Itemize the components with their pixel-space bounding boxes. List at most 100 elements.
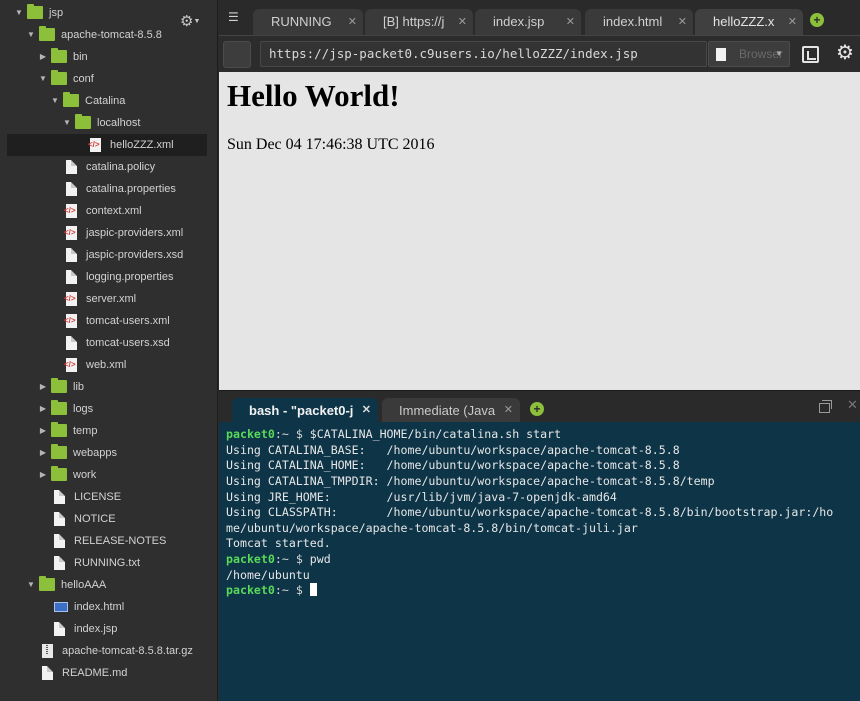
folder-icon (75, 114, 91, 129)
chevron-right-icon[interactable]: ▶ (38, 464, 48, 486)
tree-item-apache-tomcat-8-5-8-tar-gz[interactable]: apache-tomcat-8.5.8.tar.gz (0, 640, 217, 662)
chevron-down-icon[interactable]: ▼ (26, 574, 36, 596)
chevron-right-icon[interactable]: ▶ (38, 376, 48, 398)
tree-item-label: tomcat-users.xsd (86, 337, 170, 349)
tree-item-catalina-policy[interactable]: catalina.policy (0, 156, 217, 178)
file-icon (54, 556, 65, 570)
tree-item-jaspic-providers-xml[interactable]: </> jaspic-providers.xml (0, 222, 217, 244)
preview-heading: Hello World! (227, 78, 400, 113)
tab-index-html[interactable]: index.html ✕ (585, 9, 693, 35)
terminal-line: packet0:~ $ $CATALINA_HOME/bin/catalina.… (226, 427, 860, 443)
tree-item-tomcat-users-xml[interactable]: </> tomcat-users.xml (0, 310, 217, 332)
tree-item-label: RELEASE-NOTES (74, 535, 167, 547)
tab-hellozzz-xml[interactable]: helloZZZ.x ✕ (695, 9, 803, 35)
tree-item-work[interactable]: ▶ work (0, 464, 217, 486)
file-icon (54, 534, 65, 548)
tab-close-icon[interactable]: ✕ (348, 9, 357, 35)
tree-item-label: webapps (73, 447, 118, 459)
tree-item-label: temp (73, 425, 98, 437)
preview-settings-gear-icon[interactable]: ⚙ (836, 42, 854, 64)
tree-item-catalina-properties[interactable]: catalina.properties (0, 178, 217, 200)
tab-menu-icon[interactable]: ☰ (228, 11, 242, 23)
tab-close-icon[interactable]: ✕ (788, 9, 797, 35)
refresh-button[interactable] (223, 41, 251, 68)
tree-item-index-jsp[interactable]: index.jsp (0, 618, 217, 640)
tree-item-running-txt[interactable]: RUNNING.txt (0, 552, 217, 574)
folder-icon (27, 4, 43, 19)
tab-immediate-java[interactable]: Immediate (Java ✕ (382, 398, 520, 423)
chevron-right-icon[interactable]: ▶ (38, 442, 48, 464)
chevron-down-icon[interactable]: ▼ (26, 24, 36, 46)
browser-select[interactable]: Browser ▼ (708, 41, 790, 67)
browser-preview-pane: Hello World! Sun Dec 04 17:46:38 UTC 201… (219, 72, 860, 390)
prompt-path: :~ $ (274, 583, 310, 598)
output-text: Using CATALINA_TMPDIR: /home/ubuntu/work… (226, 473, 715, 488)
pop-out-icon[interactable] (802, 46, 819, 63)
tree-item-lib[interactable]: ▶ lib (0, 376, 217, 398)
tree-item-catalina[interactable]: ▼ Catalina (0, 90, 217, 112)
tab-close-icon[interactable]: ✕ (566, 9, 575, 35)
tree-item-tomcat-users-xsd[interactable]: tomcat-users.xsd (0, 332, 217, 354)
tab-close-icon[interactable]: ✕ (362, 398, 371, 423)
tree-settings-gear-icon[interactable]: ⚙▼ (180, 13, 204, 30)
tree-item-conf[interactable]: ▼ conf (0, 68, 217, 90)
new-tab-plus-icon[interactable]: + (810, 13, 824, 27)
tree-item-helloaaa[interactable]: ▼ helloAAA (0, 574, 217, 596)
restore-panel-icon[interactable] (819, 400, 832, 413)
terminal-tab-strip: bash - "packet0-j ✕ Immediate (Java ✕ + … (219, 390, 860, 423)
tree-item-jaspic-providers-xsd[interactable]: jaspic-providers.xsd (0, 244, 217, 266)
tree-item-label: index.html (74, 601, 125, 613)
tree-item-release-notes[interactable]: RELEASE-NOTES (0, 530, 217, 552)
new-terminal-plus-icon[interactable]: + (530, 402, 544, 416)
file-icon (66, 270, 77, 284)
file-icon (42, 666, 53, 680)
terminal-cursor (309, 583, 317, 597)
terminal-line: /home/ubuntu (226, 568, 860, 584)
terminal-output[interactable]: packet0:~ $ $CATALINA_HOME/bin/catalina.… (219, 422, 860, 701)
tree-item-logging-properties[interactable]: logging.properties (0, 266, 217, 288)
tree-item-bin[interactable]: ▶ bin (0, 46, 217, 68)
chevron-down-icon[interactable]: ▼ (50, 90, 60, 112)
tab-browser-preview[interactable]: [B] https://j ✕ (365, 9, 473, 35)
command-text: pwd (309, 552, 331, 567)
command-text: $CATALINA_HOME/bin/catalina.sh start (309, 427, 562, 441)
url-input[interactable]: https://jsp-packet0.c9users.io/helloZZZ/… (260, 41, 707, 67)
folder-icon (51, 378, 67, 393)
terminal-line: packet0:~ $ (226, 583, 860, 599)
tree-item-notice[interactable]: NOTICE (0, 508, 217, 530)
tree-item-context-xml[interactable]: </> context.xml (0, 200, 217, 222)
tab-close-icon[interactable]: ✕ (504, 398, 513, 423)
chevron-down-icon[interactable]: ▼ (62, 112, 72, 134)
chevron-right-icon[interactable]: ▶ (38, 398, 48, 420)
tab-close-icon[interactable]: ✕ (458, 9, 467, 35)
chevron-down-icon[interactable]: ▼ (14, 2, 24, 24)
tree-item-readme-md[interactable]: README.md (0, 662, 217, 684)
chevron-right-icon[interactable]: ▶ (38, 46, 48, 68)
tree-item-temp[interactable]: ▶ temp (0, 420, 217, 442)
chevron-right-icon[interactable]: ▶ (38, 420, 48, 442)
tab-bash-terminal[interactable]: bash - "packet0-j ✕ (232, 398, 378, 423)
tree-item-hellozzz-xml[interactable]: </> helloZZZ.xml (7, 134, 207, 156)
chevron-down-icon[interactable]: ▼ (38, 68, 48, 90)
tree-item-label: conf (73, 73, 94, 85)
tree-item-webapps[interactable]: ▶ webapps (0, 442, 217, 464)
prompt-user: packet0 (226, 583, 275, 598)
tree-item-label: helloAAA (61, 579, 107, 591)
tab-close-icon[interactable]: ✕ (678, 9, 687, 35)
tree-item-logs[interactable]: ▶ logs (0, 398, 217, 420)
tree-item-localhost[interactable]: ▼ localhost (0, 112, 217, 134)
tab-running[interactable]: RUNNING ✕ (253, 9, 363, 35)
tree-item-index-html[interactable]: index.html (0, 596, 217, 618)
terminal-line: Using CATALINA_HOME: /home/ubuntu/worksp… (226, 458, 860, 474)
tree-item-label: jsp (49, 7, 64, 19)
tree-item-label: jaspic-providers.xsd (86, 249, 184, 261)
output-text: Tomcat started. (226, 536, 331, 551)
tree-item-web-xml[interactable]: </> web.xml (0, 354, 217, 376)
tree-item-license[interactable]: LICENSE (0, 486, 217, 508)
close-panel-icon[interactable]: ✕ (847, 397, 858, 413)
xml-file-icon: </> (64, 226, 77, 240)
tree-item-server-xml[interactable]: </> server.xml (0, 288, 217, 310)
prompt-user: packet0 (226, 552, 275, 567)
tab-index-jsp[interactable]: index.jsp ✕ (475, 9, 581, 35)
tree-item-label: web.xml (86, 359, 127, 371)
